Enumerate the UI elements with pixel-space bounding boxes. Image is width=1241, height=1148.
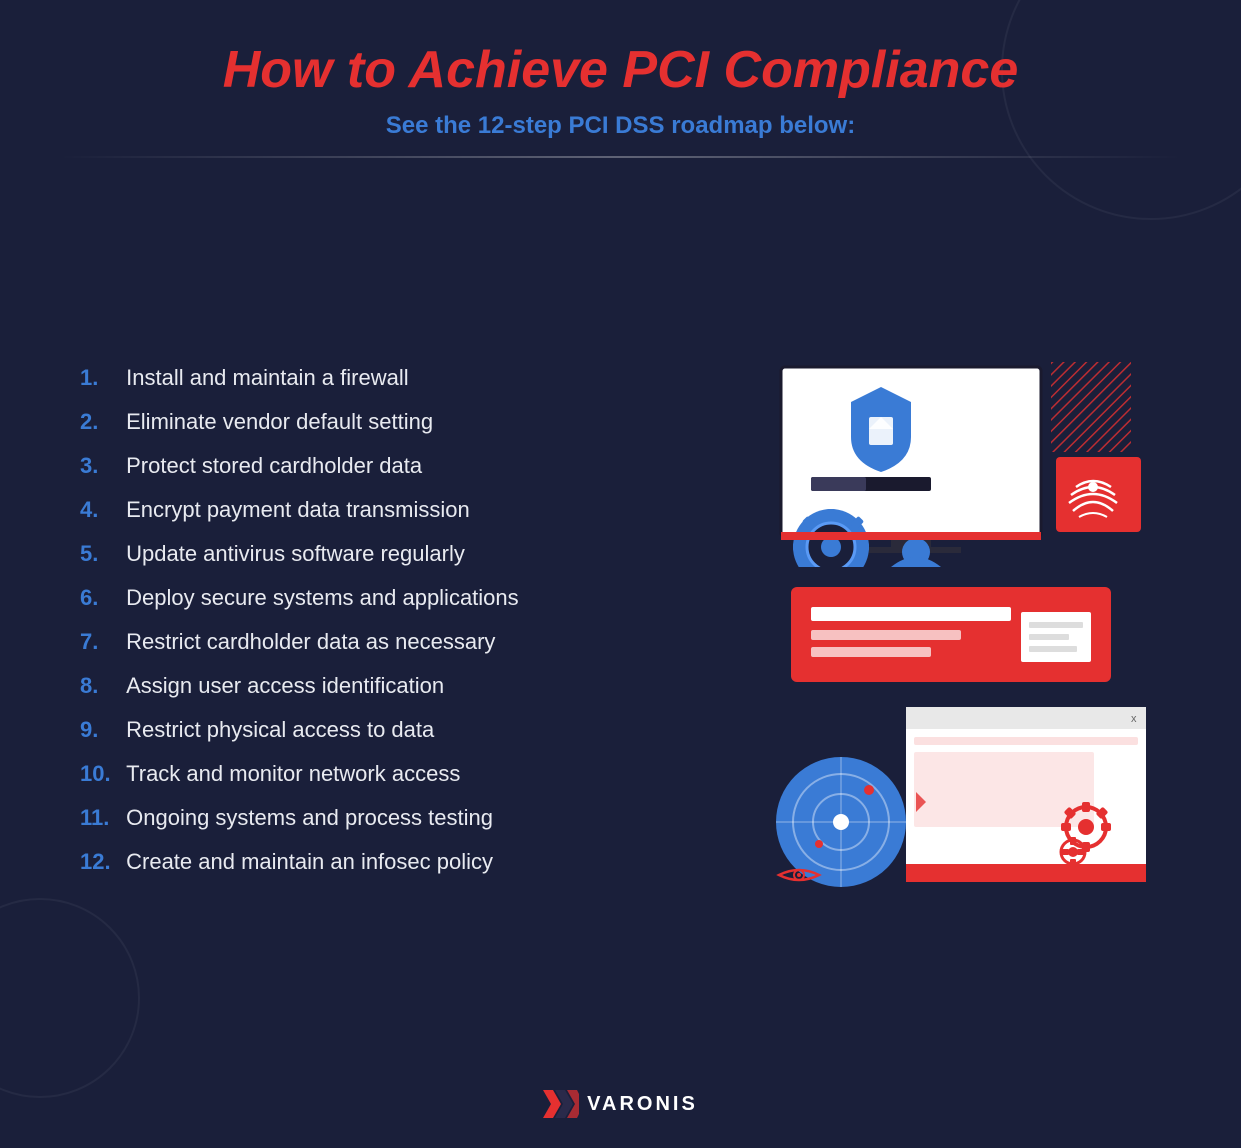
item-number: 12. <box>80 849 120 875</box>
list-item: 4. Encrypt payment data transmission <box>80 497 701 523</box>
item-text: Restrict cardholder data as necessary <box>126 629 495 655</box>
item-number: 5. <box>80 541 120 567</box>
item-number: 4. <box>80 497 120 523</box>
item-number: 9. <box>80 717 120 743</box>
divider <box>60 156 1181 158</box>
item-number: 11. <box>80 805 120 831</box>
item-text: Eliminate vendor default setting <box>126 409 433 435</box>
item-number: 6. <box>80 585 120 611</box>
item-text: Track and monitor network access <box>126 761 460 787</box>
list-item: 11. Ongoing systems and process testing <box>80 805 701 831</box>
item-number: 3. <box>80 453 120 479</box>
list-item: 3. Protect stored cardholder data <box>80 453 701 479</box>
page-title: How to Achieve PCI Compliance <box>223 40 1019 100</box>
item-number: 7. <box>80 629 120 655</box>
item-number: 1. <box>80 365 120 391</box>
item-text: Ongoing systems and process testing <box>126 805 493 831</box>
page-subtitle: See the 12-step PCI DSS roadmap below: <box>386 112 855 140</box>
list-item: 2. Eliminate vendor default setting <box>80 409 701 435</box>
item-text: Restrict physical access to data <box>126 717 434 743</box>
varonis-logo: VARONIS <box>543 1090 698 1118</box>
item-text: Encrypt payment data transmission <box>126 497 470 523</box>
svg-text:x: x <box>1131 713 1137 725</box>
radar-browser-illustration: x <box>751 702 1151 902</box>
item-number: 10. <box>80 761 120 787</box>
list-item: 12. Create and maintain an infosec polic… <box>80 849 701 875</box>
item-number: 2. <box>80 409 120 435</box>
right-panel: x <box>721 188 1181 1070</box>
monitor-illustration <box>751 357 1151 567</box>
page-container: How to Achieve PCI Compliance See the 12… <box>0 0 1241 1148</box>
item-text: Assign user access identification <box>126 673 444 699</box>
varonis-chevron-icon <box>543 1090 579 1118</box>
list-item: 8. Assign user access identification <box>80 673 701 699</box>
item-text: Protect stored cardholder data <box>126 453 422 479</box>
brand-name: VARONIS <box>587 1093 698 1116</box>
monitor-svg <box>751 357 1151 567</box>
item-number: 8. <box>80 673 120 699</box>
item-text: Install and maintain a firewall <box>126 365 408 391</box>
content-area: 1. Install and maintain a firewall2. Eli… <box>60 188 1181 1070</box>
item-text: Update antivirus software regularly <box>126 541 465 567</box>
item-text: Create and maintain an infosec policy <box>126 849 493 875</box>
left-panel: 1. Install and maintain a firewall2. Eli… <box>60 188 701 1070</box>
list-item: 9. Restrict physical access to data <box>80 717 701 743</box>
footer: VARONIS <box>543 1090 698 1118</box>
item-text: Deploy secure systems and applications <box>126 585 519 611</box>
list-item: 5. Update antivirus software regularly <box>80 541 701 567</box>
list-item: 7. Restrict cardholder data as necessary <box>80 629 701 655</box>
card-illustration <box>751 582 1151 692</box>
card-svg <box>751 582 1151 692</box>
list-item: 10. Track and monitor network access <box>80 761 701 787</box>
radar-browser-svg: x <box>751 702 1151 902</box>
list-item: 6. Deploy secure systems and application… <box>80 585 701 611</box>
list-item: 1. Install and maintain a firewall <box>80 365 701 391</box>
